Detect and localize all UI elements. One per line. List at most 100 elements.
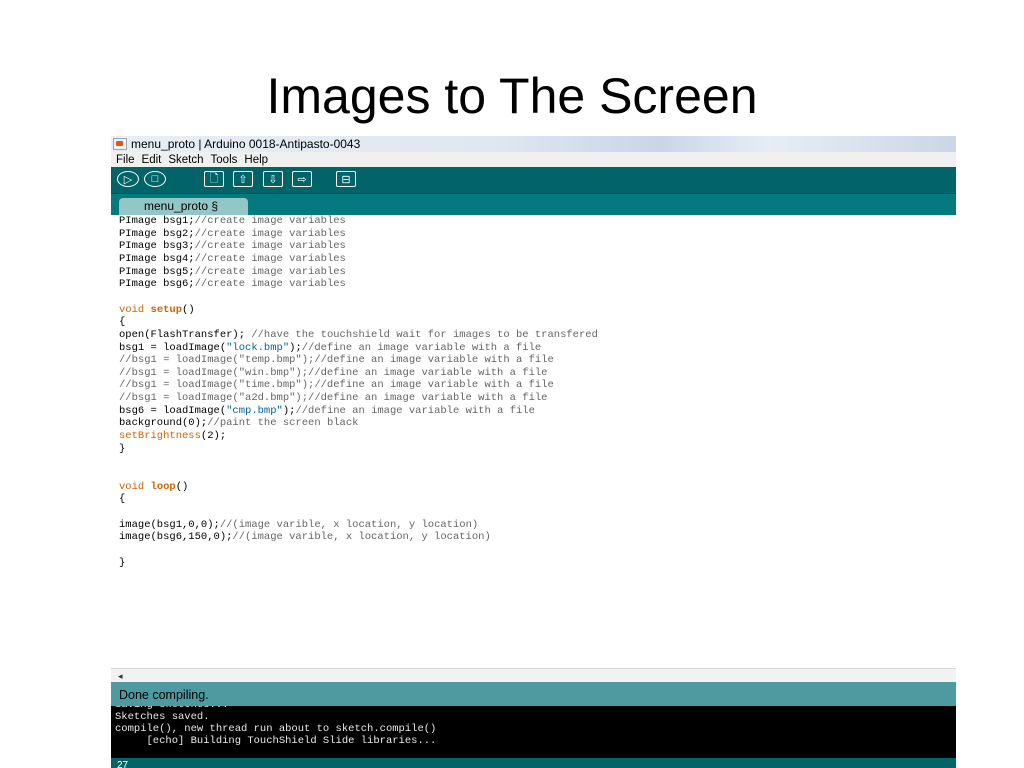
menu-help[interactable]: Help bbox=[244, 154, 268, 166]
code-token: //bsg1 = loadImage("win.bmp");//define a… bbox=[119, 366, 548, 379]
code-line: PImage bsg5;//create image variables bbox=[119, 266, 346, 278]
code-token: "cmp.bmp" bbox=[226, 404, 283, 417]
code-token: //create image variables bbox=[194, 278, 346, 291]
code-line: //bsg1 = loadImage("temp.bmp");//define … bbox=[119, 354, 554, 366]
code-line: bsg6 = loadImage("cmp.bmp");//define an … bbox=[119, 405, 535, 417]
tab-bar: menu_proto § bbox=[111, 194, 956, 215]
code-line: } bbox=[119, 443, 125, 455]
code-token: open(FlashTransfer); bbox=[119, 328, 252, 341]
arduino-ide-window: menu_proto | Arduino 0018-Antipasto-0043… bbox=[111, 136, 956, 768]
slide-title: Images to The Screen bbox=[266, 68, 758, 124]
code-line: image(bsg6,150,0);//(image varible, x lo… bbox=[119, 531, 491, 543]
menu-edit[interactable]: Edit bbox=[142, 154, 162, 166]
code-token: //bsg1 = loadImage("a2d.bmp");//define a… bbox=[119, 392, 548, 405]
window-titlebar[interactable]: menu_proto | Arduino 0018-Antipasto-0043 bbox=[111, 136, 956, 152]
line-number: 27 bbox=[117, 760, 129, 768]
code-token: ); bbox=[289, 341, 302, 354]
code-token: PImage bsg4; bbox=[119, 252, 195, 265]
code-token: { bbox=[119, 493, 126, 506]
code-token: void bbox=[119, 303, 151, 316]
code-line: //bsg1 = loadImage("win.bmp");//define a… bbox=[119, 367, 547, 379]
code-line: //bsg1 = loadImage("time.bmp");//define … bbox=[119, 379, 554, 391]
code-token: setup bbox=[150, 303, 183, 316]
status-bar: Done compiling. bbox=[111, 682, 956, 706]
save-button[interactable]: ⇩ bbox=[263, 171, 283, 187]
code-line: image(bsg1,0,0);//(image varible, x loca… bbox=[119, 519, 478, 531]
code-token: //bsg1 = loadImage("time.bmp");//define … bbox=[119, 379, 554, 392]
serial-monitor-button[interactable]: ⊟ bbox=[336, 171, 356, 187]
code-line: setBrightness(2); bbox=[119, 430, 226, 442]
line-number-bar: 27 bbox=[111, 758, 956, 768]
menu-tools[interactable]: Tools bbox=[211, 154, 238, 166]
code-token: PImage bsg6; bbox=[119, 278, 195, 291]
toolbar: ▷ □ 🗋 ⇧ ⇩ ⇨ ⊟ bbox=[111, 167, 956, 194]
code-line: PImage bsg6;//create image variables bbox=[119, 278, 346, 290]
upload-button[interactable]: ⇨ bbox=[292, 171, 312, 187]
scroll-left-icon[interactable]: ◂ bbox=[118, 671, 123, 681]
code-token: setBrightness bbox=[119, 430, 201, 443]
verify-button[interactable]: ▷ bbox=[117, 171, 139, 187]
code-line: { bbox=[119, 493, 125, 505]
code-token: (2); bbox=[200, 430, 227, 443]
play-icon: ▷ bbox=[123, 173, 133, 186]
save-arrow-icon: ⇩ bbox=[268, 173, 278, 186]
stop-icon: □ bbox=[151, 173, 159, 185]
menu-sketch[interactable]: Sketch bbox=[168, 154, 203, 166]
new-file-icon: 🗋 bbox=[209, 172, 219, 185]
console-line: compile(), new thread run about to sketc… bbox=[115, 723, 437, 735]
status-message: Done compiling. bbox=[119, 688, 209, 702]
code-token: //(image varible, x location, y location… bbox=[232, 531, 491, 544]
code-token: //bsg1 = loadImage("temp.bmp");//define … bbox=[119, 354, 554, 367]
horizontal-scrollbar[interactable]: ◂ bbox=[111, 668, 956, 683]
open-arrow-icon: ⇧ bbox=[238, 173, 248, 186]
code-token: //have the touchshield wait for images t… bbox=[251, 328, 598, 341]
window-title: menu_proto | Arduino 0018-Antipasto-0043 bbox=[131, 137, 361, 151]
code-token: //paint the screen black bbox=[207, 417, 359, 430]
code-token: } bbox=[119, 556, 126, 569]
code-token: image(bsg6,150,0); bbox=[119, 531, 233, 544]
code-token: "lock.bmp" bbox=[226, 341, 290, 354]
code-token: //define an image variable with a file bbox=[295, 404, 535, 417]
code-token: //create image variables bbox=[194, 252, 346, 265]
console-output[interactable]: Saving sketches...Sketches saved.compile… bbox=[111, 706, 956, 758]
code-token: //define an image variable with a file bbox=[301, 341, 542, 354]
code-line: PImage bsg2;//create image variables bbox=[119, 228, 346, 240]
console-line: Sketches saved. bbox=[115, 711, 210, 723]
code-line: background(0);//paint the screen black bbox=[119, 417, 358, 429]
code-token: () bbox=[182, 303, 195, 316]
code-token: //create image variables bbox=[194, 227, 346, 240]
upload-arrow-icon: ⇨ bbox=[297, 173, 307, 186]
open-button[interactable]: ⇧ bbox=[233, 171, 253, 187]
code-token: PImage bsg1; bbox=[119, 215, 195, 227]
code-line: //bsg1 = loadImage("a2d.bmp");//define a… bbox=[119, 392, 547, 404]
code-token: //create image variables bbox=[194, 240, 346, 253]
code-token: () bbox=[175, 480, 189, 493]
code-line: void setup() bbox=[119, 304, 195, 316]
menu-file[interactable]: File bbox=[116, 154, 135, 166]
code-token: PImage bsg5; bbox=[119, 265, 195, 278]
code-token: PImage bsg2; bbox=[119, 227, 195, 240]
code-line: } bbox=[119, 557, 125, 569]
menu-bar: File Edit Sketch Tools Help bbox=[111, 152, 956, 167]
code-line: PImage bsg1;//create image variables bbox=[119, 215, 346, 227]
code-token: } bbox=[119, 442, 126, 455]
code-token: bsg6 = loadImage( bbox=[119, 404, 227, 417]
stop-button[interactable]: □ bbox=[144, 171, 166, 187]
code-token: { bbox=[119, 316, 126, 329]
code-token: bsg1 = loadImage( bbox=[119, 341, 227, 354]
code-token: //create image variables bbox=[194, 265, 346, 278]
console-line: [echo] Building TouchShield Slide librar… bbox=[115, 735, 437, 747]
code-token: void bbox=[119, 480, 151, 493]
arduino-app-icon bbox=[113, 138, 127, 150]
new-button[interactable]: 🗋 bbox=[204, 171, 224, 187]
code-token: ); bbox=[282, 404, 296, 417]
code-editor[interactable]: PImage bsg1;//create image variables PIma… bbox=[111, 215, 956, 668]
code-token: loop bbox=[150, 480, 176, 493]
code-token: image(bsg1,0,0); bbox=[119, 518, 220, 531]
code-token: background(0); bbox=[119, 417, 208, 430]
serial-monitor-icon: ⊟ bbox=[341, 173, 351, 186]
code-token: //(image varible, x location, y location… bbox=[219, 518, 479, 531]
code-line: { bbox=[119, 316, 125, 328]
tab-menu-proto[interactable]: menu_proto § bbox=[119, 198, 248, 215]
code-line: open(FlashTransfer); //have the touchshi… bbox=[119, 329, 598, 341]
